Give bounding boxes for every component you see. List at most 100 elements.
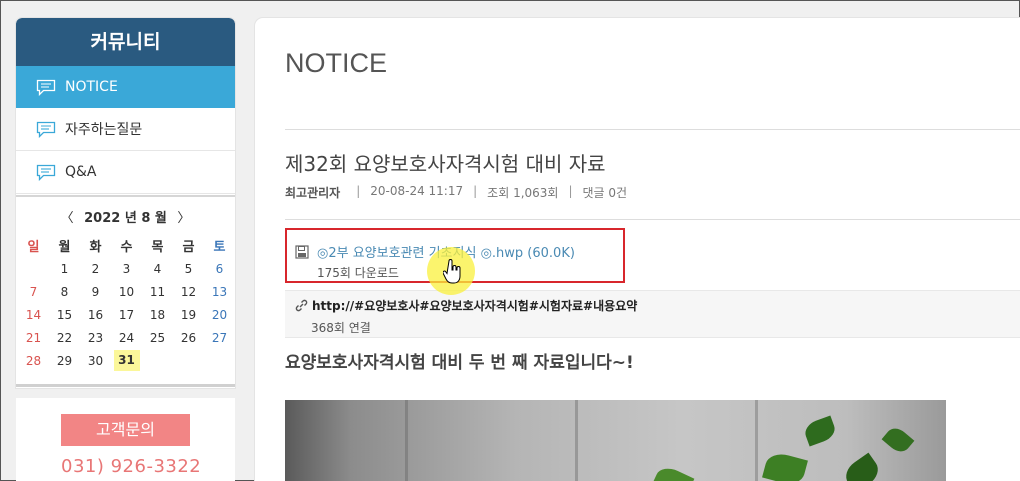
calendar-day[interactable]: 15 [49,303,80,326]
weekday-label: 금 [182,239,195,255]
weekday-label: 토 [213,239,226,255]
calendar-day [204,349,235,372]
post-author: 최고관리자 [285,186,341,200]
image-detail [651,463,695,481]
calendar-day[interactable]: 13 [204,280,235,303]
page-title: NOTICE [285,48,388,78]
file-download-count: 175회 다운로드 [317,266,399,280]
sidebar-divider [16,384,235,387]
calendar: 〈 2022 년 8 월 〉 일 월 화 수 목 금 토 1 2 3 4 5 6 [16,195,235,372]
calendar-day [173,349,204,372]
calendar-day[interactable]: 1 [49,257,80,280]
chain-link-icon [295,299,308,312]
calendar-week: 28 29 30 31 [18,349,235,372]
image-detail [802,415,838,447]
sidebar-item-qna[interactable]: Q&A [16,151,235,194]
calendar-day[interactable]: 18 [142,303,173,326]
calendar-day[interactable]: 29 [49,349,80,372]
calendar-day[interactable]: 8 [49,280,80,303]
sidebar-item-notice[interactable]: NOTICE [16,66,235,108]
calendar-day[interactable]: 16 [80,303,111,326]
calendar-day[interactable]: 14 [18,303,49,326]
calendar-prev-button[interactable]: 〈 [61,211,74,226]
weekday-label: 화 [89,239,102,255]
weekday-label: 목 [151,239,164,255]
sidebar-item-faq[interactable]: 자주하는질문 [16,108,235,151]
meta-separator: | [568,184,573,198]
calendar-day[interactable]: 9 [80,280,111,303]
calendar-next-button[interactable]: 〉 [177,211,190,226]
content-heading: 요양보호사자격시험 대비 두 번 째 자료입니다~! [285,353,634,373]
floppy-disk-icon [295,244,309,259]
calendar-day[interactable]: 17 [111,303,142,326]
speech-bubble-icon [36,121,56,138]
related-link-url[interactable]: http://#요양보호사#요양보호사자격시험#시험자료#내용요약 [295,297,637,314]
content-image [285,400,946,481]
image-detail [755,400,758,481]
calendar-week: 21 22 23 24 25 26 27 [18,326,235,349]
calendar-day[interactable]: 7 [18,280,49,303]
calendar-day[interactable]: 23 [80,326,111,349]
related-link-count: 368회 연결 [311,321,371,335]
calendar-grid: 일 월 화 수 목 금 토 1 2 3 4 5 6 7 8 9 10 11 12… [18,233,235,372]
weekday-label: 일 [27,239,40,255]
calendar-day-today[interactable]: 31 [111,349,142,372]
hand-pointer-icon [443,259,461,284]
calendar-day[interactable]: 11 [142,280,173,303]
main-content: NOTICE 제32회 요양보호사자격시험 대비 자료 최고관리자 | 20-0… [255,18,1020,481]
sidebar-item-label: 자주하는질문 [65,122,143,138]
image-detail [575,400,578,481]
weekday-label: 수 [120,239,133,255]
calendar-weekday-row: 일 월 화 수 목 금 토 [18,233,235,257]
sidebar-item-label: NOTICE [65,79,118,95]
calendar-day[interactable]: 26 [173,326,204,349]
calendar-day [142,349,173,372]
speech-bubble-icon [36,164,56,181]
image-detail [881,423,915,457]
calendar-month-title: 2022 년 8 월 [84,211,167,226]
meta-separator: | [473,184,478,198]
calendar-week: 14 15 16 17 18 19 20 [18,303,235,326]
calendar-day[interactable]: 22 [49,326,80,349]
calendar-day[interactable]: 2 [80,257,111,280]
contact-panel: 고객문의 031) 926-3322 [16,398,235,481]
calendar-day[interactable] [18,257,49,280]
calendar-day[interactable]: 21 [18,326,49,349]
sidebar: 커뮤니티 NOTICE 자주하는질문 Q&A 〈 2022 년 8 월 〉 일 … [16,18,235,388]
calendar-day[interactable]: 6 [204,257,235,280]
divider [285,129,1020,130]
calendar-day[interactable]: 4 [142,257,173,280]
image-detail [762,450,808,481]
calendar-day[interactable]: 28 [18,349,49,372]
today-highlight: 31 [113,350,140,371]
post-meta: 최고관리자 | 20-08-24 11:17 | 조회 1,063회 | 댓글 … [285,184,627,201]
calendar-day[interactable]: 27 [204,326,235,349]
sidebar-title: 커뮤니티 [16,18,235,66]
calendar-day[interactable]: 20 [204,303,235,326]
meta-separator: | [356,184,361,198]
weekday-label: 월 [58,239,71,255]
post-comments: 댓글 0건 [582,186,628,200]
speech-bubble-icon [36,79,56,96]
post-title: 제32회 요양보호사자격시험 대비 자료 [285,152,606,176]
calendar-day[interactable]: 30 [80,349,111,372]
calendar-day[interactable]: 25 [142,326,173,349]
contact-phone: 031) 926-3322 [61,456,202,477]
related-link-text: http://#요양보호사#요양보호사자격시험#시험자료#내용요약 [312,299,638,313]
image-detail [840,452,884,481]
calendar-day[interactable]: 12 [173,280,204,303]
calendar-header: 〈 2022 년 8 월 〉 [16,207,235,229]
calendar-day[interactable]: 24 [111,326,142,349]
sidebar-item-label: Q&A [65,164,97,180]
calendar-week: 1 2 3 4 5 6 [18,257,235,280]
post-date: 20-08-24 11:17 [370,184,464,198]
calendar-day[interactable]: 5 [173,257,204,280]
related-link: http://#요양보호사#요양보호사자격시험#시험자료#내용요약 368회 연… [285,290,1020,338]
divider [285,219,1020,220]
post-views: 조회 1,063회 [487,186,559,200]
calendar-day[interactable]: 3 [111,257,142,280]
contact-button[interactable]: 고객문의 [61,414,190,446]
calendar-day[interactable]: 10 [111,280,142,303]
image-detail [405,400,408,481]
calendar-day[interactable]: 19 [173,303,204,326]
